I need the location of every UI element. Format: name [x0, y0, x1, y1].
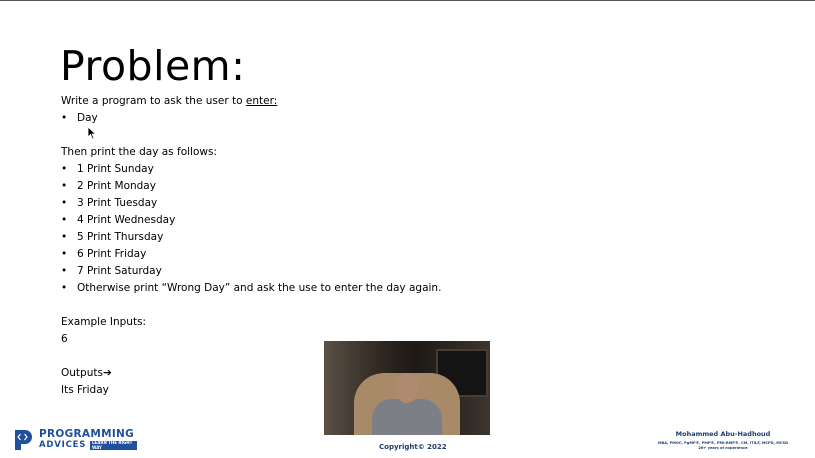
author-credentials: MBA, PMOC, PgMP®, PMP®, PMI-RMP®, CM, IT… — [657, 441, 789, 445]
mouse-cursor-icon — [87, 126, 97, 140]
list-item: • 6 Print Friday — [61, 248, 146, 260]
list-item: • 2 Print Monday — [61, 180, 156, 192]
list-item: • Day — [61, 112, 98, 124]
outputs-value: Its Friday — [61, 384, 109, 396]
bullet-icon: • — [61, 163, 68, 175]
then-line: Then print the day as follows: — [61, 146, 217, 158]
bullet-icon: • — [61, 248, 68, 260]
example-value: 6 — [61, 333, 68, 345]
rule-label: 7 Print Saturday — [77, 265, 162, 277]
logo-line2: ADVICES — [39, 440, 87, 450]
rule-label: 2 Print Monday — [77, 180, 156, 192]
logo-p-icon — [12, 428, 34, 452]
list-item: • 1 Print Sunday — [61, 163, 154, 175]
copyright-text: Copyright© 2022 — [379, 443, 447, 451]
list-item: • 7 Print Saturday — [61, 265, 162, 277]
author-block: Mohammed Abu-Hadhoud MBA, PMOC, PgMP®, P… — [643, 430, 803, 450]
rule-label: 5 Print Thursday — [77, 231, 164, 243]
rule-label: 4 Print Wednesday — [77, 214, 176, 226]
bullet-icon: • — [61, 112, 68, 124]
logo-line1: PROGRAMMING — [39, 428, 135, 440]
list-item: • 3 Print Tuesday — [61, 197, 157, 209]
outputs-line: Outputs➔ — [61, 367, 112, 379]
list-item: • 4 Print Wednesday — [61, 214, 175, 226]
intro-line: Write a program to ask the user to enter… — [61, 95, 277, 107]
video-presenter-body — [372, 399, 442, 435]
logo-tagline: LEARN THE RIGHT WAY — [90, 440, 137, 450]
rule-label: 3 Print Tuesday — [77, 197, 158, 209]
slide-title: Problem: — [60, 42, 246, 90]
bullet-icon: • — [61, 282, 68, 294]
bullet-icon: • — [61, 197, 68, 209]
intro-text: Write a program to ask the user to — [61, 95, 246, 107]
intro-underlined: enter: — [245, 95, 278, 107]
author-experience: 26+ years of experience — [698, 446, 748, 450]
arrow-right-icon: ➔ — [102, 367, 112, 379]
bullet-icon: • — [61, 231, 68, 243]
bullet-icon: • — [61, 180, 68, 192]
bullet-icon: • — [61, 265, 68, 277]
top-border — [0, 0, 815, 1]
bullet-icon: • — [61, 214, 68, 226]
rule-label: Otherwise print “Wrong Day” and ask the … — [77, 282, 442, 294]
rule-label: 6 Print Friday — [77, 248, 147, 260]
example-label: Example Inputs: — [61, 316, 147, 328]
rule-label: 1 Print Sunday — [77, 163, 154, 175]
author-name: Mohammed Abu-Hadhoud — [675, 430, 771, 438]
outputs-label: Outputs — [61, 367, 103, 379]
webcam-video[interactable] — [324, 341, 490, 435]
video-presenter-head — [395, 373, 419, 403]
list-item: • Otherwise print “Wrong Day” and ask the… — [61, 282, 441, 294]
list-item: • 5 Print Thursday — [61, 231, 163, 243]
input-item-label: Day — [77, 112, 98, 124]
programming-advices-logo: PROGRAMMING ADVICES LEARN THE RIGHT WAY — [12, 428, 137, 454]
